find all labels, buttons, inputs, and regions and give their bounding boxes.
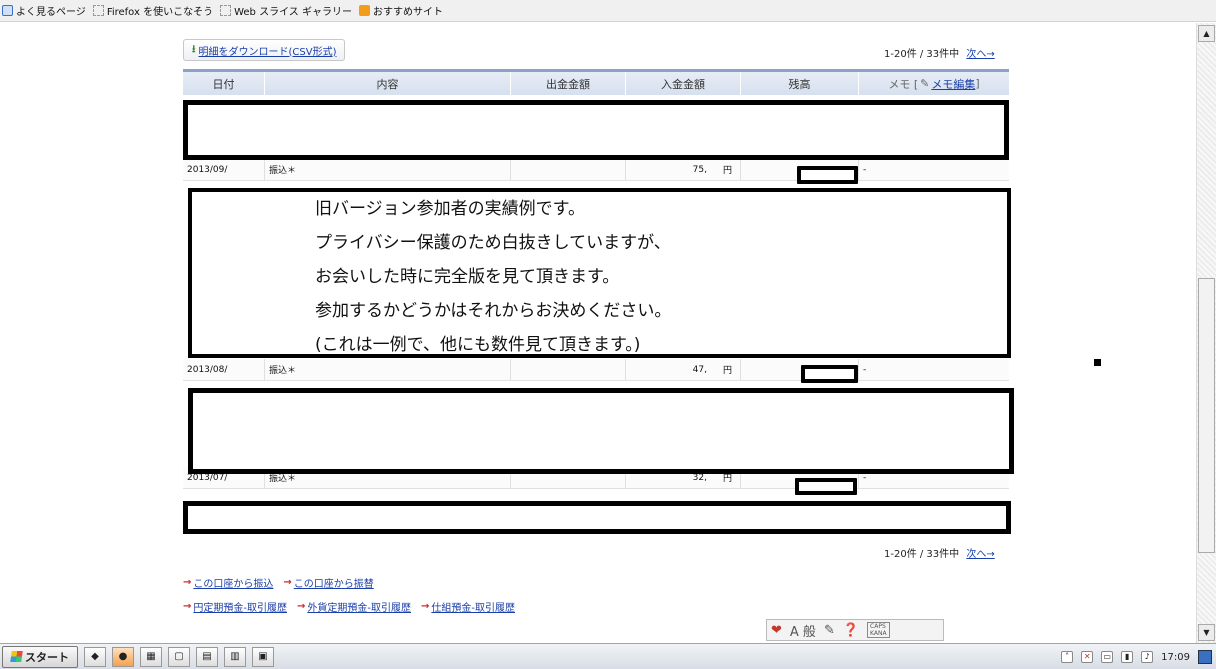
memo-edit-link[interactable]: メモ編集 <box>931 76 975 92</box>
ime-heart-icon: ❤ <box>771 622 782 638</box>
arrow-icon: → <box>421 601 430 612</box>
redaction-box <box>183 501 1011 534</box>
link-transfer-from-account[interactable]: → この口座から振込 <box>183 575 273 590</box>
quicklaunch-icon[interactable]: ▣ <box>252 646 274 667</box>
help-icon[interactable]: ❓ <box>843 623 859 638</box>
notice-line: お会いした時に完全版を見て頂きます。 <box>315 267 620 287</box>
link-structured-deposit-history[interactable]: → 仕組預金-取引履歴 <box>421 599 515 614</box>
notice-box: 旧バージョン参加者の実績例です。 プライバシー保護のため白抜きしていますが、 お… <box>188 188 1011 358</box>
bookmark-web-slice[interactable]: Web スライス ギャラリー <box>220 3 352 18</box>
show-desktop-icon[interactable] <box>1198 650 1212 664</box>
notice-line: 旧バージョン参加者の実績例です。 <box>315 199 585 219</box>
redaction-box <box>188 388 1014 474</box>
ime-bar[interactable]: ❤ A 般 ✎ ❓ CAPS KANA <box>766 619 944 641</box>
stray-mark <box>1094 359 1101 366</box>
link-transfer-between-accounts[interactable]: → この口座から振替 <box>283 575 373 590</box>
notice-line: プライバシー保護のため白抜きしていますが、 <box>315 233 671 253</box>
caps-kana-indicator: CAPS KANA <box>867 622 890 638</box>
bookmark-frequent[interactable]: よく見るページ <box>2 3 86 18</box>
arrow-icon: → <box>183 601 192 612</box>
col-balance: 残高 <box>741 72 859 95</box>
quicklaunch-icon[interactable]: ▤ <box>196 646 218 667</box>
network-icon[interactable]: ▭ <box>1101 651 1114 663</box>
scroll-thumb[interactable] <box>1198 278 1215 553</box>
next-page-link[interactable]: 次へ→ <box>966 549 994 560</box>
download-icon: ⭳ <box>192 43 196 55</box>
recommended-icon <box>358 5 370 16</box>
security-alert-icon[interactable]: ✕ <box>1081 651 1094 663</box>
redaction-box <box>801 365 858 383</box>
arrow-icon: → <box>283 577 292 588</box>
quicklaunch-icon[interactable]: ◆ <box>84 646 106 667</box>
bookmarks-toolbar: よく見るページ Firefox を使いこなそう Web スライス ギャラリー お… <box>0 0 1216 22</box>
clock[interactable]: 17:09 <box>1161 652 1190 663</box>
col-deposit: 入金金額 <box>626 72 741 95</box>
arrow-icon: → <box>297 601 306 612</box>
quicklaunch-icon[interactable]: ▥ <box>224 646 246 667</box>
scroll-up-arrow-icon[interactable]: ▲ <box>1198 25 1215 42</box>
volume-icon[interactable]: ♪ <box>1141 651 1154 663</box>
quicklaunch-icon[interactable]: ▢ <box>168 646 190 667</box>
next-page-link[interactable]: 次へ→ <box>966 49 994 60</box>
link-foreign-time-deposit-history[interactable]: → 外貨定期預金-取引履歴 <box>297 599 411 614</box>
vertical-scrollbar[interactable]: ▲ ▼ <box>1196 23 1216 643</box>
taskbar: スタート ◆ ● ▦ ▢ ▤ ▥ ▣ ˄ ✕ ▭ ▮ ♪ 17:09 <box>0 643 1216 669</box>
col-memo: メモ [ ✎ メモ編集 ] <box>888 76 980 92</box>
bookmark-firefox-guide[interactable]: Firefox を使いこなそう <box>92 3 213 18</box>
table-header: 日付 内容 出金金額 入金金額 残高 メモ [ ✎ メモ編集 ] <box>183 69 1009 95</box>
notice-line: 参加するかどうかはそれからお決めください。 <box>315 301 672 321</box>
windows-logo-icon <box>10 651 23 662</box>
link-yen-time-deposit-history[interactable]: → 円定期預金-取引履歴 <box>183 599 287 614</box>
table-row: 2013/09/ 振込＊ 75, 円 - <box>183 159 1009 181</box>
chevron-up-icon[interactable]: ˄ <box>1061 651 1074 663</box>
system-tray: ˄ ✕ ▭ ▮ ♪ 17:09 <box>1061 646 1216 668</box>
page-content: ⭳ 明細をダウンロード(CSV形式) 1-20件 / 33件中 次へ→ 日付 内… <box>0 23 1196 643</box>
redaction-box <box>183 100 1009 160</box>
col-desc: 内容 <box>265 72 511 95</box>
table-row: 2013/08/ 振込＊ 47, 円 - <box>183 359 1009 381</box>
ime-tool-icon: ✎ <box>823 622 835 638</box>
quicklaunch-icon[interactable]: ▦ <box>140 646 162 667</box>
redaction-box <box>797 166 858 184</box>
signal-icon[interactable]: ▮ <box>1121 651 1134 663</box>
csv-download-button[interactable]: ⭳ 明細をダウンロード(CSV形式) <box>183 39 346 61</box>
redaction-box <box>795 478 857 495</box>
arrow-icon: → <box>183 577 192 588</box>
col-withdraw: 出金金額 <box>511 72 626 95</box>
bookmark-recommended[interactable]: おすすめサイト <box>358 3 443 18</box>
col-date: 日付 <box>183 72 265 95</box>
memo-edit-icon: ✎ <box>920 77 930 90</box>
scroll-down-arrow-icon[interactable]: ▼ <box>1198 624 1215 641</box>
firefox-icon[interactable]: ● <box>112 646 134 667</box>
page-icon <box>2 5 13 16</box>
pagination-top: 1-20件 / 33件中 次へ→ <box>884 49 995 60</box>
page-icon <box>220 5 232 16</box>
related-links: → この口座から振込 → この口座から振替 → 円定期預金-取引履歴 → 外貨定期預金-… <box>183 575 525 623</box>
pagination-bottom: 1-20件 / 33件中 次へ→ <box>884 549 995 560</box>
page-icon <box>92 5 104 16</box>
transaction-table: 日付 内容 出金金額 入金金額 残高 メモ [ ✎ メモ編集 ] 2013/09… <box>183 69 1009 489</box>
start-button[interactable]: スタート <box>2 645 78 668</box>
notice-line: (これは一例で、他にも数件見て頂きます。) <box>315 335 641 355</box>
